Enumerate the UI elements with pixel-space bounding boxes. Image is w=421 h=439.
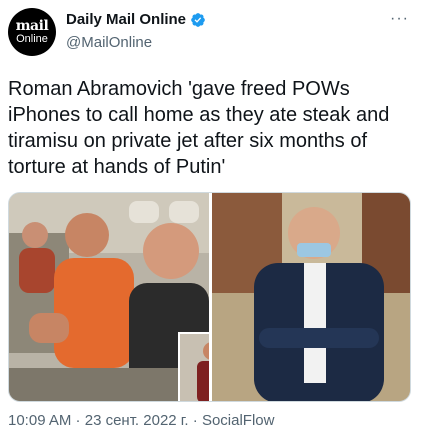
tweet[interactable]: mail Online Daily Mail Online @MailOnlin… <box>0 0 421 439</box>
avatar-logo-line2: Online <box>16 33 48 45</box>
avatar[interactable]: mail Online <box>8 8 56 56</box>
meta-separator: · <box>71 412 85 429</box>
avatar-logo-line1: mail <box>15 18 49 34</box>
tweet-meta: 10:09 AM · 23 сент. 2022 г. · SocialFlow <box>8 412 274 429</box>
photo-right <box>212 193 410 401</box>
display-name[interactable]: Daily Mail Online <box>66 11 186 28</box>
verified-badge-icon <box>191 12 205 27</box>
tweet-time[interactable]: 10:09 AM <box>8 412 71 429</box>
handle[interactable]: @MailOnline <box>66 34 152 51</box>
tweet-source[interactable]: SocialFlow <box>202 412 275 429</box>
tweet-media[interactable] <box>8 192 411 402</box>
tweet-date[interactable]: 23 сент. 2022 г. <box>85 412 189 429</box>
tweet-text: Roman Abramovich 'gave freed POWs iPhone… <box>8 78 390 178</box>
meta-separator-2: · <box>188 412 202 429</box>
more-options-icon[interactable]: ··· <box>390 10 409 28</box>
media-photos <box>9 193 410 401</box>
author-name-row: Daily Mail Online <box>66 11 206 28</box>
